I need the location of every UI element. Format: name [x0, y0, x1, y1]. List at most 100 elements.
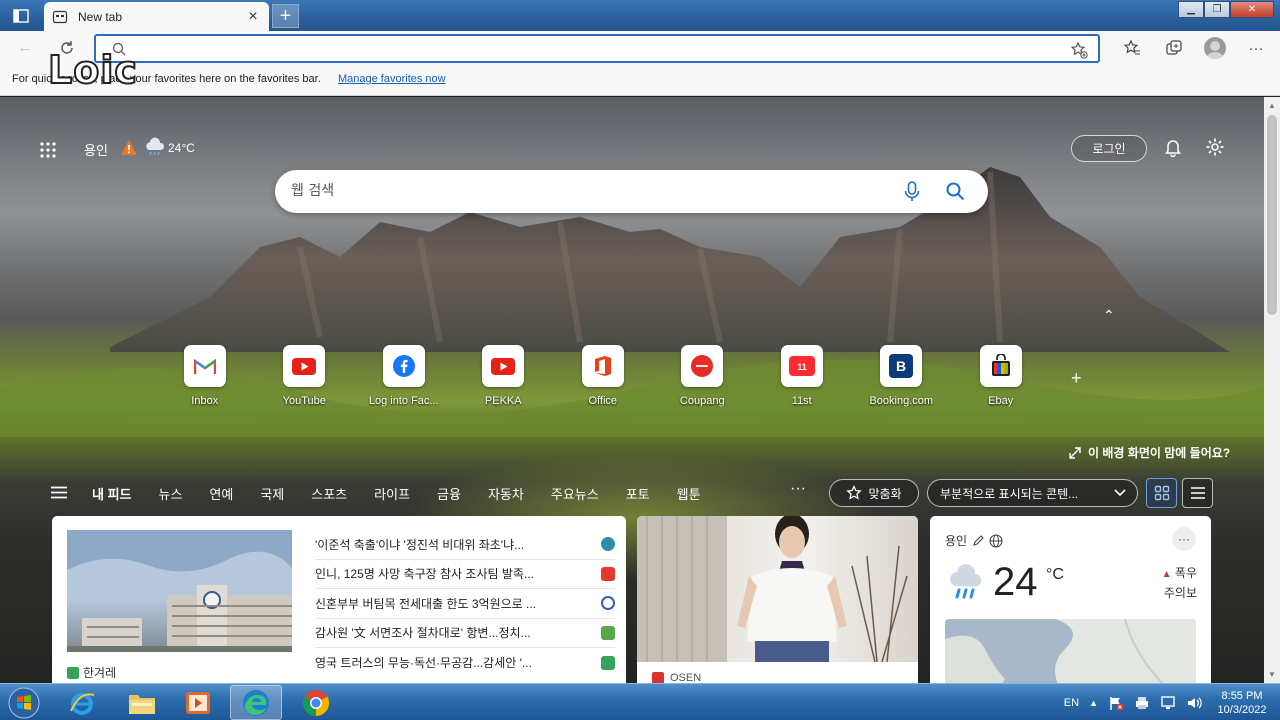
add-quick-link-icon[interactable]: +	[1071, 368, 1082, 389]
web-search-box[interactable]	[275, 170, 988, 213]
taskbar-chrome[interactable]	[290, 685, 342, 720]
more-options-icon[interactable]: ···	[1244, 36, 1268, 60]
quick-link-facebook[interactable]: Log into Fac...	[354, 345, 454, 407]
quick-link-booking[interactable]: B Booking.com	[852, 345, 952, 407]
quick-link-pekka[interactable]: PEKKA	[454, 345, 554, 407]
feed-more-button[interactable]: ···	[790, 480, 806, 498]
tab-top-news[interactable]: 주요뉴스	[551, 484, 599, 503]
grid-layout-icon	[1154, 485, 1169, 501]
news-source[interactable]: 한겨레	[67, 664, 116, 681]
news-card[interactable]: 한겨레 '이준석 축출'이냐 '정진석 비대위 좌초'냐... 인니, 125명…	[52, 516, 626, 683]
menu-icon[interactable]	[51, 486, 67, 499]
back-icon[interactable]: ←	[14, 37, 36, 59]
video-thumbnail[interactable]	[637, 516, 918, 663]
notification-bell-icon[interactable]	[1163, 137, 1183, 157]
channel-watermark: Loic	[47, 48, 138, 92]
close-window-button[interactable]: ✕	[1230, 1, 1274, 18]
login-button[interactable]: 로그인	[1071, 135, 1147, 162]
weather-warning-icon[interactable]	[120, 139, 138, 156]
globe-icon[interactable]	[989, 533, 1003, 548]
maximize-button[interactable]: ❐	[1204, 1, 1230, 18]
collections-icon[interactable]	[1162, 36, 1186, 60]
chevron-up-icon[interactable]: ⌃	[1103, 307, 1115, 324]
content-visibility-select[interactable]: 부분적으로 표시되는 콘텐...	[927, 479, 1138, 507]
printer-icon[interactable]	[1134, 695, 1150, 711]
quick-link-11st[interactable]: 11 11st	[752, 345, 852, 407]
close-tab-icon[interactable]: ×	[245, 8, 261, 25]
list-layout-button[interactable]	[1182, 478, 1213, 508]
rain-cloud-icon[interactable]	[143, 137, 167, 157]
headline-item[interactable]: '이준석 축출'이냐 '정진석 비대위 좌초'냐...	[315, 530, 615, 560]
tab-finance[interactable]: 금융	[437, 484, 461, 503]
scroll-down-icon[interactable]: ▼	[1268, 670, 1276, 679]
windows-taskbar: EN ▲ 8:55 PM 10/3/2022	[0, 683, 1280, 720]
tab-sports[interactable]: 스포츠	[311, 484, 347, 503]
weather-alert[interactable]: ▲ 폭우 주의보	[1145, 564, 1197, 602]
grid-layout-button[interactable]	[1146, 478, 1177, 508]
clock[interactable]: 8:55 PM 10/3/2022	[1212, 689, 1272, 717]
location-label[interactable]: 용인	[84, 140, 108, 159]
quick-link-label: Booking.com	[869, 395, 934, 407]
window-menu-icon[interactable]	[6, 6, 36, 26]
headline-item[interactable]: 영국 트러스의 무능·독선·무공감...감세안 '...	[315, 648, 615, 678]
taskbar-edge[interactable]	[230, 685, 282, 720]
settings-gear-icon[interactable]	[1205, 137, 1225, 157]
add-favorite-icon[interactable]	[1070, 41, 1088, 59]
weather-map[interactable]	[945, 619, 1196, 683]
headline-item[interactable]: 감사원 '文 서면조사 절차대로' 항변...정치...	[315, 619, 615, 648]
network-icon[interactable]	[1160, 695, 1176, 711]
quick-link-office[interactable]: Office	[553, 345, 653, 407]
manage-favorites-link[interactable]: Manage favorites now	[338, 73, 446, 85]
tab-news[interactable]: 뉴스	[159, 484, 183, 503]
scrollbar-thumb[interactable]	[1267, 115, 1277, 315]
tab-webtoon[interactable]: 웹툰	[677, 484, 701, 503]
page-scrollbar[interactable]: ▲ ▼	[1264, 97, 1280, 683]
profile-avatar[interactable]	[1204, 37, 1226, 59]
quick-link-youtube[interactable]: YouTube	[255, 345, 355, 407]
edit-pencil-icon[interactable]	[972, 534, 984, 547]
favorites-icon[interactable]	[1120, 36, 1144, 60]
tab-photo[interactable]: 포토	[626, 484, 650, 503]
headline-item[interactable]: 신혼부부 버팀목 전세대출 한도 3억원으로 ...	[315, 589, 615, 619]
start-button[interactable]	[4, 685, 44, 720]
weather-more-button[interactable]: ···	[1172, 527, 1196, 551]
tab-my-feed[interactable]: 내 피드	[92, 484, 132, 503]
weather-unit: °C	[1046, 566, 1064, 583]
tab-autos[interactable]: 자동차	[488, 484, 524, 503]
header-temperature[interactable]: 24°C	[168, 141, 195, 155]
video-source[interactable]: OSEN	[652, 672, 701, 683]
tray-overflow-icon[interactable]: ▲	[1089, 698, 1098, 708]
video-card[interactable]: OSEN	[637, 516, 918, 683]
address-input[interactable]	[138, 40, 1038, 58]
taskbar-internet-explorer[interactable]	[56, 685, 108, 720]
volume-icon[interactable]	[1186, 695, 1202, 711]
background-feedback-label: 이 배경 화면이 맘에 들어요?	[1088, 446, 1231, 460]
scroll-up-icon[interactable]: ▲	[1268, 101, 1276, 110]
quick-link-coupang[interactable]: Coupang	[653, 345, 753, 407]
background-feedback[interactable]: 이 배경 화면이 맘에 들어요?	[1068, 444, 1230, 461]
headline-item[interactable]: 인니, 125명 사망 축구장 참사 조사팀 발족...	[315, 560, 615, 589]
microphone-icon[interactable]	[903, 181, 921, 203]
web-search-input[interactable]	[291, 182, 871, 200]
weather-location-label: 용인	[945, 534, 968, 548]
new-tab-button[interactable]: +	[272, 4, 299, 28]
language-indicator[interactable]: EN	[1064, 697, 1079, 709]
search-submit-icon[interactable]	[945, 181, 965, 201]
taskbar-file-explorer[interactable]	[116, 685, 168, 720]
address-bar[interactable]	[94, 34, 1100, 63]
personalize-button[interactable]: 맞춤화	[829, 479, 919, 507]
weather-card[interactable]: 용인 ··· 24 °C ▲ 폭우 주의보	[930, 516, 1211, 683]
tab-entertainment[interactable]: 연예	[209, 484, 233, 503]
quick-link-inbox[interactable]: Inbox	[155, 345, 255, 407]
news-image[interactable]	[67, 530, 292, 652]
quick-link-ebay[interactable]: Ebay	[951, 345, 1051, 407]
minimize-button[interactable]: ▁	[1178, 1, 1204, 18]
apps-grid-icon[interactable]	[39, 141, 57, 159]
tab-life[interactable]: 라이프	[374, 484, 410, 503]
taskbar-media-player[interactable]	[172, 685, 224, 720]
clock-date: 10/3/2022	[1217, 703, 1267, 716]
action-center-flag-icon[interactable]	[1108, 695, 1124, 711]
tab-new-tab[interactable]: New tab ×	[44, 2, 269, 31]
weather-location[interactable]: 용인	[945, 532, 1003, 549]
tab-world[interactable]: 국제	[260, 484, 284, 503]
